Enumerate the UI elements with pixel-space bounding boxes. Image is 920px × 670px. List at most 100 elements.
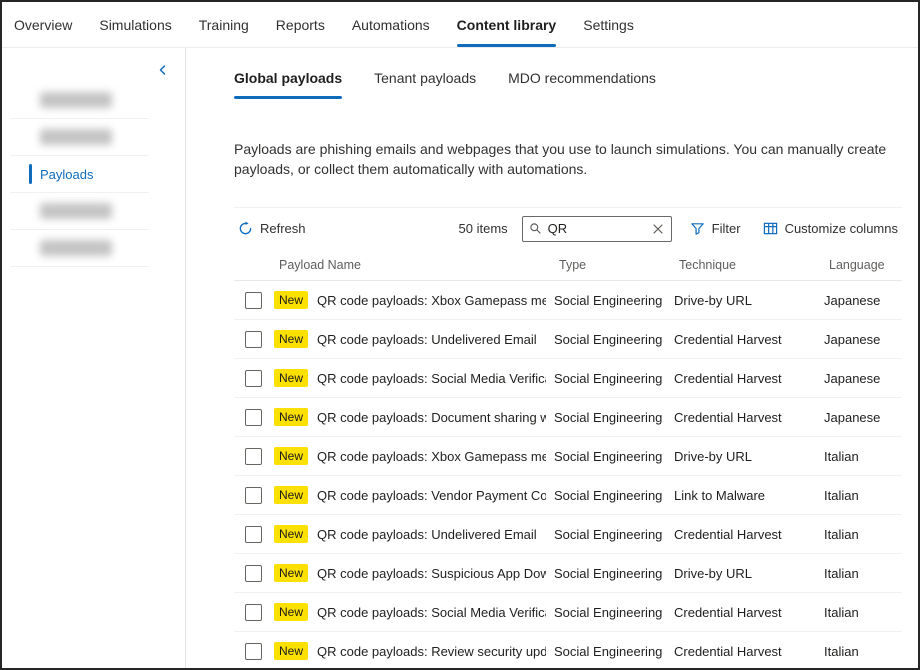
table-row[interactable]: NewQR code payloads: Undelivered EmailSo…	[234, 320, 902, 359]
column-header-technique: Technique	[674, 258, 824, 272]
payload-technique: Credential Harvest	[674, 371, 824, 386]
payload-type: Social Engineering	[554, 488, 674, 503]
new-badge: New	[274, 330, 308, 348]
filter-icon	[690, 221, 705, 236]
payload-type: Social Engineering	[554, 527, 674, 542]
payload-technique: Credential Harvest	[674, 527, 824, 542]
checkbox-cell	[234, 487, 274, 504]
payload-name: QR code payloads: Vendor Payment Confirm…	[317, 488, 546, 503]
tab-global-payloads[interactable]: Global payloads	[234, 66, 342, 99]
row-checkbox[interactable]	[245, 643, 262, 660]
nav-item-automations[interactable]: Automations	[352, 2, 430, 47]
new-badge: New	[274, 564, 308, 582]
table-row[interactable]: NewQR code payloads: Document sharing wi…	[234, 398, 902, 437]
table-row[interactable]: New QR code payloads: Xbox Gamepass membe…	[234, 437, 902, 476]
refresh-icon	[238, 221, 253, 236]
row-checkbox[interactable]	[245, 370, 262, 387]
refresh-button[interactable]: Refresh	[234, 217, 310, 240]
filter-button[interactable]: Filter	[686, 217, 745, 240]
payload-language: Italian	[824, 488, 902, 503]
nav-item-overview[interactable]: Overview	[14, 2, 72, 47]
clear-search-icon[interactable]	[651, 222, 665, 236]
nav-item-content-library[interactable]: Content library	[457, 2, 557, 47]
payload-technique: Credential Harvest	[674, 644, 824, 659]
checkbox-cell	[234, 292, 274, 309]
nav-item-training[interactable]: Training	[199, 2, 249, 47]
nav-item-settings[interactable]: Settings	[583, 2, 634, 47]
checkbox-cell	[234, 409, 274, 426]
payload-language: Japanese	[824, 371, 902, 386]
payload-type: Social Engineering	[554, 332, 674, 347]
app-window: Overview Simulations Training Reports Automa…	[0, 0, 920, 670]
checkbox-cell	[234, 526, 274, 543]
redacted-label	[40, 129, 112, 145]
tab-mdo-recommendations[interactable]: MDO recommendations	[508, 66, 656, 99]
row-checkbox[interactable]	[245, 526, 262, 543]
payload-name-cell: New QR code payloads: Undelivered Email	[274, 525, 554, 543]
column-header-language: Language	[824, 258, 902, 272]
toolbar: Refresh 50 items	[234, 207, 902, 249]
sidebar-item-redacted[interactable]	[10, 82, 149, 119]
payload-name-cell: NewQR code payloads: Review security upd…	[274, 642, 554, 660]
customize-columns-label: Customize columns	[785, 221, 898, 236]
redacted-label	[40, 92, 112, 108]
nav-item-simulations[interactable]: Simulations	[99, 2, 171, 47]
sidebar-item-redacted[interactable]	[10, 119, 149, 156]
customize-columns-button[interactable]: Customize columns	[759, 217, 902, 240]
table-row[interactable]: New QR code payloads: Vendor Payment Conf…	[234, 476, 902, 515]
new-badge: New	[274, 486, 308, 504]
table-header: Payload NameTypeTechniqueLanguage	[234, 249, 902, 281]
search-box[interactable]	[522, 216, 672, 242]
nav-item-reports[interactable]: Reports	[276, 2, 325, 47]
tab-tenant-payloads[interactable]: Tenant payloads	[374, 66, 476, 99]
search-input[interactable]	[548, 221, 645, 236]
table-row[interactable]: NewQR code payloads: Xbox Gamepass membe…	[234, 281, 902, 320]
payload-technique: Drive-by URL	[674, 449, 824, 464]
sidebar: Payloads	[2, 48, 186, 668]
sidebar-item-redacted[interactable]	[10, 230, 149, 267]
sidebar-collapse-button[interactable]	[153, 60, 173, 80]
payload-technique: Link to Malware	[674, 488, 824, 503]
payload-type: Social Engineering	[554, 605, 674, 620]
new-badge: New	[274, 525, 308, 543]
payload-name-cell: New QR code payloads: Vendor Payment Conf…	[274, 486, 554, 504]
payload-name-cell: NewQR code payloads: Social Media Verifi…	[274, 369, 554, 387]
table-row[interactable]: NewQR code payloads: Social Media Verifi…	[234, 359, 902, 398]
payload-language: Italian	[824, 566, 902, 581]
payload-name-cell: NewQR code payloads: Xbox Gamepass membe…	[274, 291, 554, 309]
payload-type: Social Engineering	[554, 566, 674, 581]
payload-technique: Credential Harvest	[674, 605, 824, 620]
payload-language: Italian	[824, 644, 902, 659]
chevron-left-icon	[157, 64, 169, 76]
payload-language: Japanese	[824, 293, 902, 308]
payload-name: QR code payloads: Undelivered Email	[317, 527, 537, 542]
sidebar-item-redacted[interactable]	[10, 193, 149, 230]
row-checkbox[interactable]	[245, 331, 262, 348]
row-checkbox[interactable]	[245, 409, 262, 426]
search-icon	[529, 222, 542, 235]
table-row[interactable]: NewQR code payloads: Social Media Verifi…	[234, 593, 902, 632]
row-checkbox[interactable]	[245, 565, 262, 582]
sidebar-item-label: Payloads	[40, 167, 93, 182]
table-row[interactable]: New QR code payloads: Undelivered Email So…	[234, 515, 902, 554]
toolbar-right-group: 50 items Filter	[459, 216, 902, 242]
row-checkbox[interactable]	[245, 292, 262, 309]
sidebar-item-payloads[interactable]: Payloads	[10, 156, 149, 193]
new-badge: New	[274, 642, 308, 660]
row-checkbox[interactable]	[245, 448, 262, 465]
payload-name: QR code payloads: Social Media Verificat…	[317, 605, 546, 620]
new-badge: New	[274, 447, 308, 465]
row-checkbox[interactable]	[245, 487, 262, 504]
payload-language: Japanese	[824, 410, 902, 425]
customize-columns-icon	[763, 221, 778, 236]
payload-technique: Credential Harvest	[674, 332, 824, 347]
payload-technique: Drive-by URL	[674, 293, 824, 308]
table-row[interactable]: NewQR code payloads: Review security upd…	[234, 632, 902, 668]
table-row[interactable]: NewQR code payloads: Suspicious App Down…	[234, 554, 902, 593]
payload-name-cell: NewQR code payloads: Document sharing wi…	[274, 408, 554, 426]
checkbox-cell	[234, 448, 274, 465]
row-checkbox[interactable]	[245, 604, 262, 621]
payload-name: QR code payloads: Xbox Gamepass member…	[317, 449, 546, 464]
checkbox-cell	[234, 370, 274, 387]
payload-language: Japanese	[824, 332, 902, 347]
